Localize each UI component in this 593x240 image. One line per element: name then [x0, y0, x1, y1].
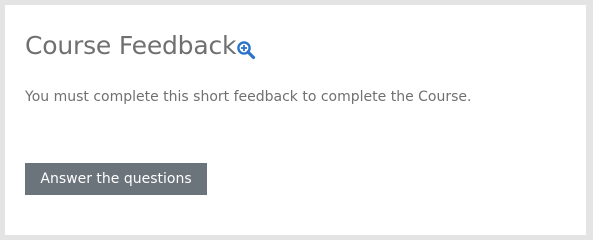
magnifier-plus-icon[interactable] — [236, 40, 256, 60]
feedback-card: Course Feedback You must complete this s… — [5, 5, 586, 235]
feedback-message: You must complete this short feedback to… — [25, 89, 472, 105]
page-title: Course Feedback — [25, 31, 237, 60]
answer-questions-button[interactable]: Answer the questions — [25, 163, 207, 195]
title-row: Course Feedback — [25, 27, 256, 61]
magnifier-plus-icon-svg — [237, 41, 256, 60]
